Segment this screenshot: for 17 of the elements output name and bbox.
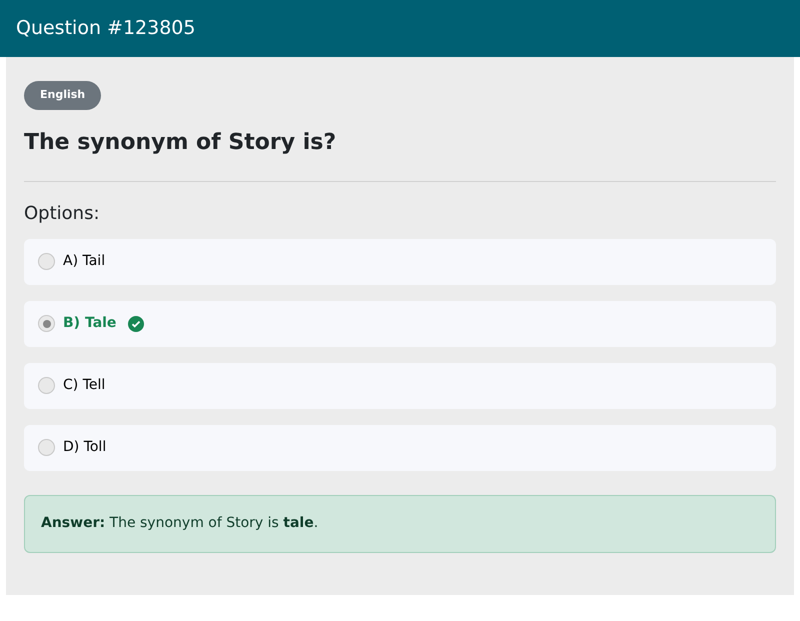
option-text: C) Tell	[63, 376, 106, 395]
option-text: B) Tale	[63, 314, 116, 333]
option-row[interactable]: A) Tail	[24, 238, 776, 284]
option-text: A) Tail	[63, 252, 106, 271]
radio-button[interactable]	[38, 253, 55, 270]
options-label: Options:	[24, 202, 101, 226]
question-text: The synonym of Story is?	[24, 128, 338, 156]
radio-button[interactable]	[38, 439, 55, 456]
question-title: Question #123805	[16, 16, 196, 42]
answer-text: Answer: The synonym of Story is tale.	[41, 514, 318, 533]
category-tag: English	[24, 81, 102, 110]
option-row[interactable]: D) Toll	[24, 424, 776, 470]
radio-button[interactable]	[38, 377, 55, 394]
option-text: D) Toll	[63, 438, 106, 457]
radio-button[interactable]	[38, 315, 55, 332]
option-row[interactable]: B) Tale	[24, 300, 776, 346]
option-row[interactable]: C) Tell	[24, 362, 776, 408]
